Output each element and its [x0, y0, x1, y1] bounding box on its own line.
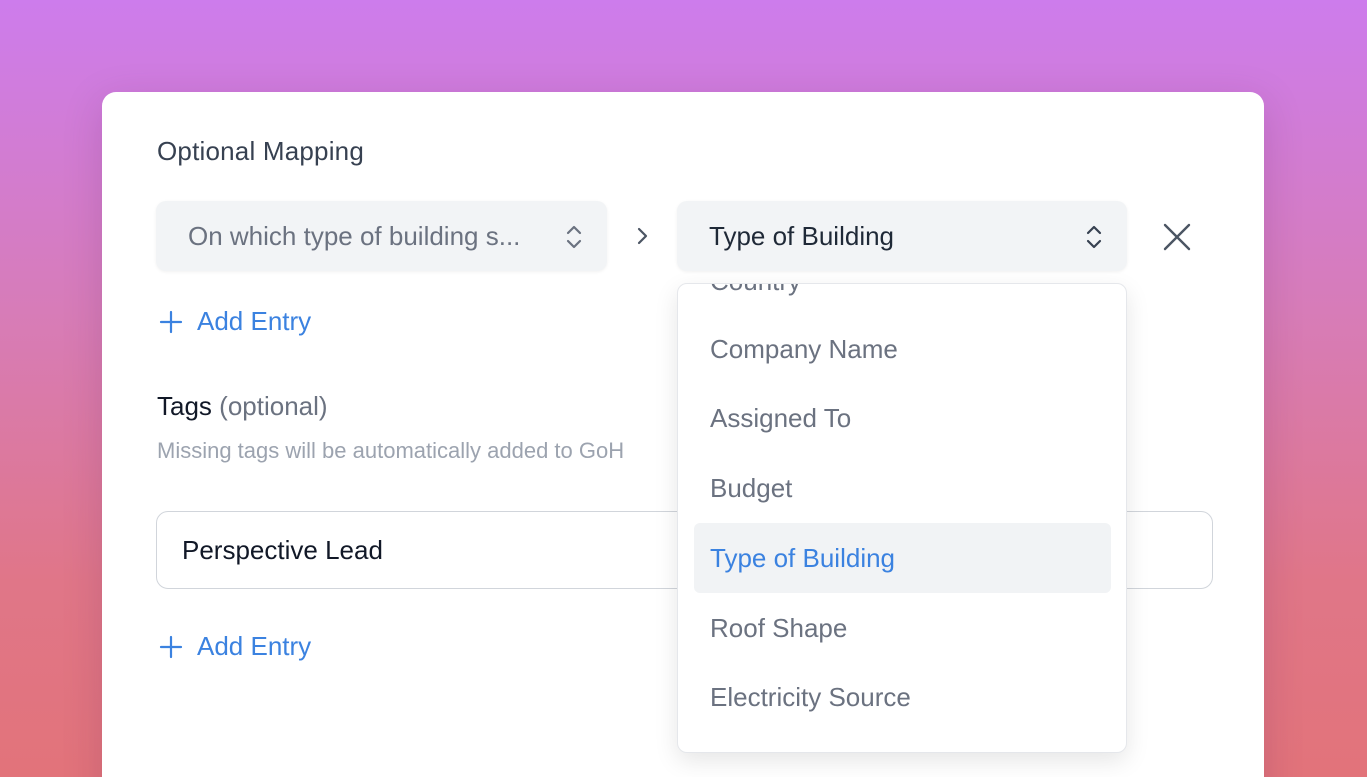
tags-optional-suffix: (optional) — [219, 391, 328, 421]
dropdown-option[interactable]: Roof Shape — [694, 593, 1111, 663]
tags-label-text: Tags — [157, 391, 212, 421]
plus-icon — [159, 635, 183, 658]
field-dropdown-menu[interactable]: Country Company Name Assigned To Budget … — [677, 283, 1127, 753]
source-field-select[interactable]: On which type of building s... — [156, 201, 607, 271]
plus-icon — [159, 310, 183, 333]
tags-label: Tags (optional) — [157, 391, 328, 422]
add-entry-label: Add Entry — [197, 631, 312, 661]
dropdown-option[interactable]: Electricity Source — [694, 662, 1111, 732]
mapping-card: Optional Mapping On which type of buildi… — [102, 92, 1264, 777]
tags-help-text: Missing tags will be automatically added… — [157, 438, 625, 463]
target-select-value: Type of Building — [709, 220, 895, 251]
section-title: Optional Mapping — [157, 136, 364, 166]
close-icon[interactable] — [1160, 220, 1194, 254]
up-down-chevron-icon — [1086, 225, 1102, 249]
dropdown-option[interactable]: Country — [694, 284, 1111, 316]
source-select-value: On which type of building s... — [188, 220, 521, 251]
add-entry-label: Add Entry — [197, 306, 312, 336]
tag-input-value: Perspective Lead — [182, 534, 383, 565]
up-down-chevron-icon — [566, 225, 582, 249]
dropdown-option-selected[interactable]: Type of Building — [694, 523, 1111, 593]
dropdown-option[interactable]: Budget — [694, 453, 1111, 523]
dropdown-option[interactable]: Company Name — [694, 314, 1111, 384]
target-field-select[interactable]: Type of Building — [677, 201, 1127, 271]
add-tag-entry-button[interactable]: Add Entry — [159, 631, 311, 662]
chevron-right-icon — [637, 227, 648, 245]
add-mapping-entry-button[interactable]: Add Entry — [159, 306, 311, 337]
app-frame: Optional Mapping On which type of buildi… — [0, 0, 1367, 777]
dropdown-option[interactable]: Assigned To — [694, 383, 1111, 453]
